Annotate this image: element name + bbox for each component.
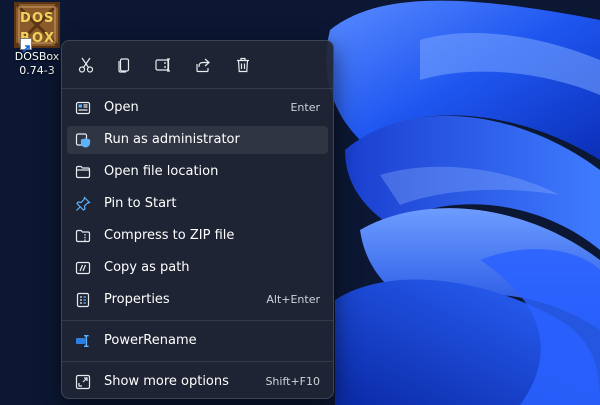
cut-button[interactable] [74, 53, 98, 77]
dosbox-logo-letter-s: S [44, 11, 53, 26]
dosbox-logo-letter-o2: O [32, 31, 43, 46]
menu-item-properties[interactable]: Properties Alt+Enter [67, 286, 328, 314]
context-menu: Open Enter Run as administrator Open fil… [61, 40, 334, 399]
menu-item-compress-to-zip[interactable]: Compress to ZIP file [67, 222, 328, 250]
copy-icon [118, 58, 130, 73]
shield-icon [75, 132, 91, 148]
share-button[interactable] [191, 53, 215, 77]
menu-item-powerrename[interactable]: PowerRename [67, 327, 328, 355]
menu-item-label: Pin to Start [104, 196, 177, 211]
menu-item-run-as-administrator[interactable]: Run as administrator [67, 126, 328, 154]
menu-item-label: PowerRename [104, 333, 197, 348]
delete-icon [237, 57, 249, 73]
menu-item-open[interactable]: Open Enter [67, 94, 328, 122]
menu-item-open-file-location[interactable]: Open file location [67, 158, 328, 186]
cut-icon [78, 57, 94, 73]
zip-icon [75, 228, 91, 244]
rename-button[interactable] [151, 53, 175, 77]
dosbox-logo-letter-d: D [20, 11, 31, 26]
menu-item-shortcut: Alt+Enter [266, 293, 320, 306]
shortcut-arrow-icon [20, 38, 32, 53]
open-icon [75, 100, 91, 116]
menu-item-show-more-options[interactable]: Show more options Shift+F10 [67, 368, 328, 396]
dosbox-logo-letter-o: O [32, 11, 43, 26]
menu-item-label: Show more options [104, 374, 229, 389]
path-icon [75, 260, 91, 276]
pin-icon [75, 196, 91, 212]
menu-item-copy-as-path[interactable]: Copy as path [67, 254, 328, 282]
share-icon [196, 58, 210, 73]
more-options-icon [75, 374, 91, 390]
menu-item-label: Properties [104, 292, 170, 307]
menu-item-label: Open file location [104, 164, 219, 179]
menu-item-shortcut: Shift+F10 [265, 375, 320, 388]
menu-item-label: Copy as path [104, 260, 190, 275]
menu-item-label: Open [104, 100, 139, 115]
rename-icon [155, 58, 170, 72]
dosbox-icon: D O S B O X [13, 1, 61, 53]
context-menu-toolbar [62, 41, 333, 87]
menu-item-label: Run as administrator [104, 132, 240, 147]
powerrename-icon [75, 333, 91, 349]
menu-separator [62, 361, 333, 362]
desktop-icon-dosbox[interactable]: D O S B O X DOSBox 0.74-3 [6, 1, 68, 78]
desktop-icon-label: DOSBox 0.74-3 [14, 50, 60, 77]
copy-button[interactable] [112, 53, 136, 77]
menu-item-label: Compress to ZIP file [104, 228, 235, 243]
properties-icon [75, 292, 91, 308]
folder-icon [75, 164, 91, 180]
delete-button[interactable] [231, 53, 255, 77]
menu-separator [62, 320, 333, 321]
dosbox-logo-letter-x: X [44, 31, 54, 46]
desktop: D O S B O X DOSBox 0.74-3 [0, 0, 600, 405]
menu-item-pin-to-start[interactable]: Pin to Start [67, 190, 328, 218]
menu-separator [62, 88, 333, 89]
menu-item-shortcut: Enter [290, 101, 320, 114]
